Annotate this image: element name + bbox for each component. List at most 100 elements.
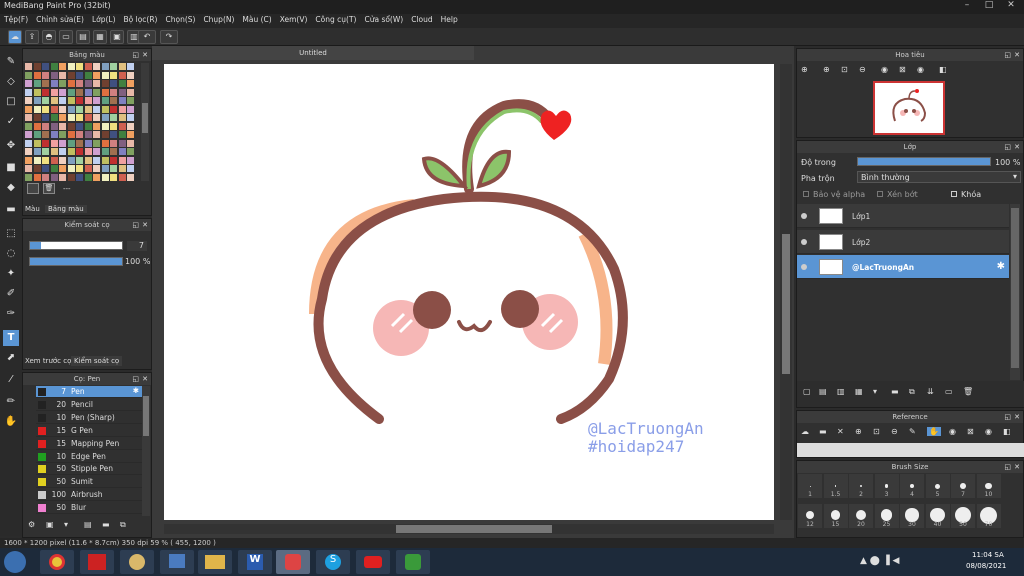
color-swatch[interactable] [118, 114, 126, 121]
minimize-button[interactable]: – [956, 0, 978, 14]
color-swatch[interactable] [42, 80, 49, 87]
network-icon[interactable] [160, 550, 194, 574]
reference-flip-icon[interactable]: ◧ [1003, 427, 1011, 436]
color-swatch[interactable] [33, 165, 41, 172]
color-swatch[interactable] [25, 114, 32, 121]
color-swatch[interactable] [50, 139, 58, 147]
color-swatch[interactable] [110, 105, 117, 113]
eraser-tool-icon[interactable]: ◇ [3, 74, 19, 90]
brush-menu-icon[interactable]: ▾ [64, 520, 68, 529]
color-swatch[interactable] [127, 148, 134, 155]
brush-size-option[interactable]: 70 [976, 504, 1001, 528]
close-icon[interactable]: ✕ [142, 373, 148, 385]
medibang-icon[interactable] [80, 550, 114, 574]
color-swatch[interactable] [110, 114, 117, 121]
color-swatches[interactable] [25, 63, 140, 183]
color-swatch[interactable] [110, 88, 117, 96]
brush-opacity-slider[interactable] [29, 257, 123, 266]
tab-brush-control[interactable]: Kiểm soát cọ [71, 356, 123, 366]
color-swatch[interactable] [59, 88, 66, 96]
reference-zoom-out-icon[interactable]: ⊖ [891, 427, 898, 436]
color-swatch[interactable] [42, 173, 49, 181]
close-icon[interactable]: ✕ [1014, 141, 1020, 153]
color-swatch[interactable] [59, 97, 66, 104]
dropper-tool-icon[interactable]: ⁄ [3, 372, 19, 388]
reset-icon[interactable]: ⊠ [899, 65, 906, 74]
close-button[interactable]: ✕ [1000, 0, 1022, 14]
navigator-thumbnail[interactable] [873, 81, 945, 135]
brush-size-option[interactable]: 2 [849, 474, 873, 498]
undo-icon[interactable]: ↶ [138, 30, 156, 44]
color-swatch[interactable] [118, 97, 126, 104]
layer-row[interactable]: Lớp1 [797, 204, 1009, 228]
color-swatch[interactable] [25, 122, 32, 130]
color-swatch[interactable] [67, 63, 75, 70]
color-swatch[interactable] [110, 139, 117, 147]
tab-untitled[interactable]: Untitled [152, 46, 474, 60]
brush-dir-icon[interactable]: ▬ [102, 520, 110, 529]
color-swatch[interactable] [76, 139, 83, 147]
move-tool-icon[interactable]: ✥ [3, 138, 19, 154]
close-icon[interactable]: ✕ [1014, 49, 1020, 61]
brush-size-option[interactable]: 50 [951, 504, 975, 528]
color-swatch[interactable] [67, 114, 75, 121]
color-swatch[interactable] [110, 173, 117, 181]
brush-item[interactable]: 50 Sumit [36, 476, 142, 489]
color-swatch[interactable] [25, 80, 32, 87]
flip-icon[interactable]: ◧ [939, 65, 947, 74]
color-swatch[interactable] [67, 80, 75, 87]
color-swatch[interactable] [118, 63, 126, 70]
tray-icons[interactable]: ▲ ⬤ ▐ ◀ [860, 556, 899, 566]
color-swatch[interactable] [50, 105, 58, 113]
color-swatch[interactable] [50, 156, 58, 164]
brush-size-option[interactable]: 15 [823, 504, 848, 528]
color-swatch[interactable] [127, 165, 134, 172]
gear-icon[interactable]: ✱ [133, 386, 139, 395]
brush-item[interactable]: 10 Pen (Sharp) [36, 412, 142, 424]
brush-page-icon[interactable]: ▤ [84, 520, 92, 529]
canvas-hscrollbar[interactable] [164, 524, 774, 534]
app-icon[interactable] [396, 550, 430, 574]
color-swatch[interactable] [110, 63, 117, 70]
brush-size-option[interactable]: 12 [798, 504, 822, 528]
panel-menu-icon[interactable]: ◱ [132, 373, 139, 385]
panel-menu-icon[interactable]: ◱ [132, 219, 139, 231]
reference-rotate-right-icon[interactable]: ◉ [985, 427, 992, 436]
color-swatch[interactable] [101, 105, 109, 113]
zoom-in-icon[interactable]: ⊕ [801, 65, 808, 74]
zoom-out-icon[interactable]: ⊖ [859, 65, 866, 74]
upload-icon[interactable]: ⇪ [25, 30, 39, 44]
color-swatch[interactable] [118, 71, 126, 79]
color-swatch[interactable] [59, 165, 66, 172]
magic-wand-icon[interactable]: ✦ [3, 266, 19, 282]
color-swatch[interactable] [76, 71, 83, 79]
color-swatch[interactable] [118, 165, 126, 172]
brush-item[interactable]: 15 Mapping Pen [36, 438, 142, 450]
visibility-icon[interactable] [801, 238, 807, 245]
color-swatch[interactable] [59, 105, 66, 113]
panel-menu-icon[interactable]: ◱ [132, 49, 139, 61]
color-swatch[interactable] [59, 156, 66, 164]
color-swatch[interactable] [67, 165, 75, 172]
color-swatch[interactable] [84, 71, 92, 79]
color-swatch[interactable] [25, 148, 32, 155]
menu-layer[interactable]: Lớp(L) [88, 14, 120, 25]
color-swatch[interactable] [42, 148, 49, 155]
color-swatch[interactable] [127, 156, 134, 164]
color-swatch[interactable] [25, 63, 32, 70]
color-swatch[interactable] [25, 105, 32, 113]
cloud-icon[interactable]: ☁ [8, 30, 22, 44]
brush-size-option[interactable]: 4 [900, 474, 924, 498]
brush-size-option[interactable]: 3 [874, 474, 899, 498]
color-swatch[interactable] [25, 131, 32, 138]
color-swatch[interactable] [33, 97, 41, 104]
tab-color[interactable]: Màu [25, 205, 40, 213]
drawing-canvas[interactable]: @LacTruongAn #hoidap247 [164, 64, 774, 520]
color-swatch[interactable] [84, 173, 92, 181]
lasso-tool-icon[interactable]: ◌ [3, 246, 19, 262]
color-swatch[interactable] [118, 105, 126, 113]
color-swatch[interactable] [76, 88, 83, 96]
color-swatch[interactable] [101, 122, 109, 130]
color-swatch[interactable] [67, 173, 75, 181]
brush-size-option[interactable]: 25 [874, 504, 899, 528]
